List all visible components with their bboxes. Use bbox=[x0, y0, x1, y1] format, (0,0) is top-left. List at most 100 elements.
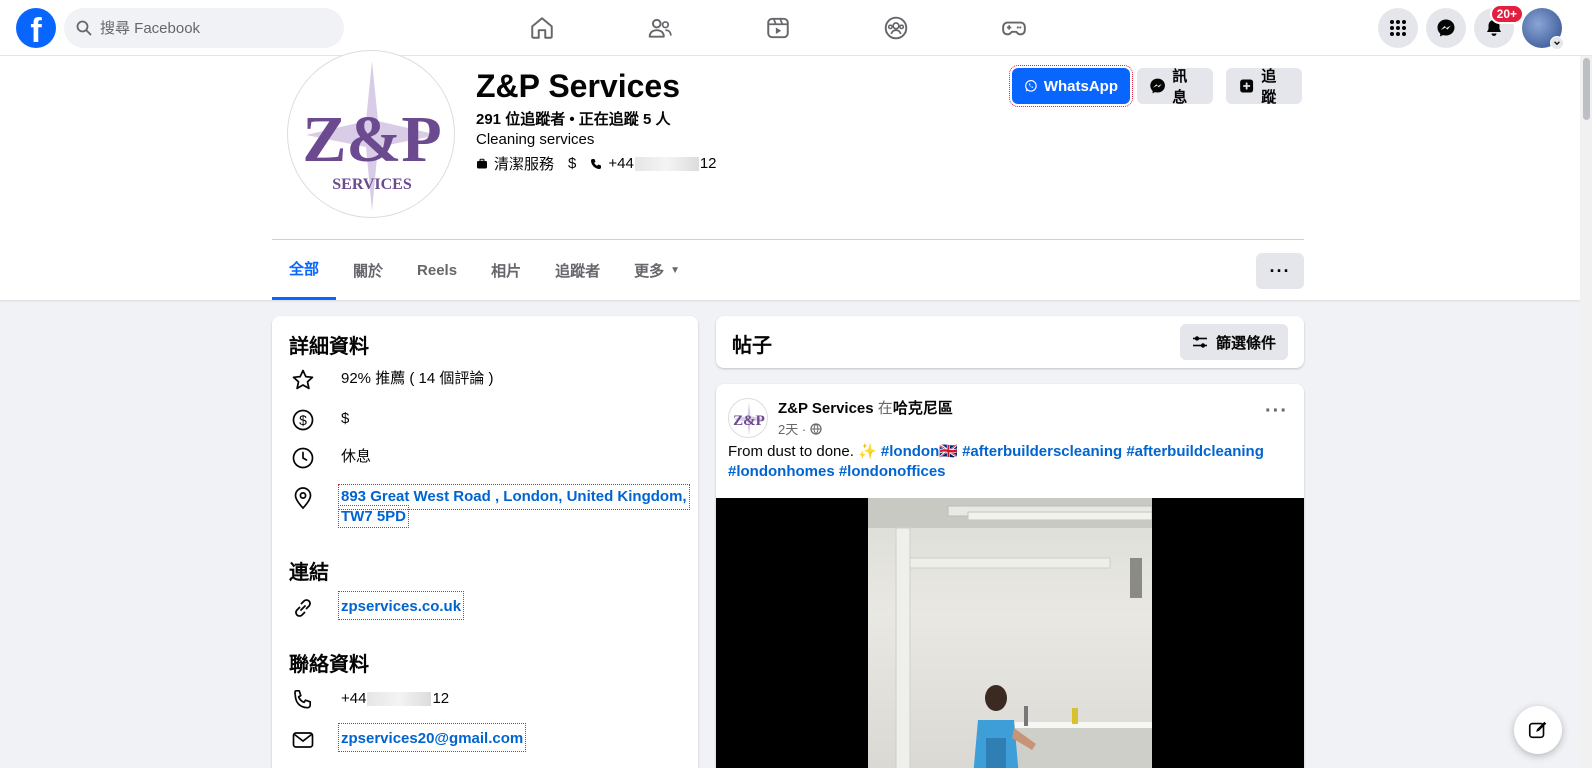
post-body: From dust to done. ✨ #london🇬🇧 #afterbui… bbox=[728, 442, 1288, 482]
post-options-icon[interactable]: ··· bbox=[1265, 400, 1288, 423]
address-line-1: 893 Great West Road , London, United Kin… bbox=[338, 484, 690, 510]
hashtag-link[interactable]: #afterbuildcleaning bbox=[1126, 443, 1264, 460]
website-link[interactable]: zpservices.co.uk bbox=[337, 591, 465, 620]
whatsapp-button[interactable]: WhatsApp bbox=[1009, 65, 1133, 107]
follow-label: 追蹤 bbox=[1261, 68, 1277, 106]
post-location[interactable]: 哈克尼區 bbox=[893, 400, 953, 417]
hours-text[interactable]: 休息 bbox=[341, 444, 371, 467]
whatsapp-label: WhatsApp bbox=[1043, 77, 1118, 95]
post-card: Z&P Z&P Services 在哈克尼區 2天 · ··· From dus… bbox=[716, 384, 1304, 768]
location-pin-icon bbox=[289, 484, 317, 512]
website-row: zpservices.co.uk bbox=[289, 591, 465, 622]
redacted-block bbox=[634, 157, 699, 172]
contact-phone[interactable]: +44 12 bbox=[341, 686, 449, 709]
post-author-name[interactable]: Z&P Services bbox=[778, 400, 874, 417]
tab-more[interactable]: 更多 ▼ bbox=[617, 240, 697, 300]
links-title: 連結 bbox=[289, 562, 329, 584]
friends-icon[interactable] bbox=[644, 12, 676, 44]
whatsapp-icon bbox=[1025, 80, 1037, 92]
messenger-icon[interactable] bbox=[1426, 8, 1466, 48]
posts-title: 帖子 bbox=[732, 335, 772, 357]
home-icon[interactable] bbox=[526, 12, 558, 44]
profile-tabs: 全部 關於 Reels 相片 追蹤者 更多 ▼ bbox=[272, 240, 697, 300]
post-text: From dust to done. ✨ bbox=[728, 443, 877, 460]
rating-row: 92% 推薦 ( 14 個評論 ) bbox=[289, 366, 494, 394]
filter-label: 篩選條件 bbox=[1215, 334, 1276, 352]
message-button[interactable]: 訊息 bbox=[1137, 68, 1213, 106]
hashtag-link[interactable]: #londonoffices bbox=[839, 463, 946, 480]
search-icon bbox=[76, 20, 92, 36]
messenger-icon bbox=[1150, 78, 1165, 94]
tab-label: Reels bbox=[417, 261, 458, 279]
followers-count[interactable]: 291 位追蹤者 • 正在追蹤 5 人 bbox=[476, 108, 670, 129]
phone-icon bbox=[289, 686, 317, 714]
compose-edit-icon bbox=[1528, 721, 1547, 739]
tab-photos[interactable]: 相片 bbox=[474, 240, 538, 300]
address-line-2: TW7 5PD bbox=[337, 505, 410, 528]
account-avatar[interactable] bbox=[1522, 8, 1564, 50]
hashtag-link[interactable]: #london🇬🇧 bbox=[881, 443, 958, 460]
cleaning-scene-illustration bbox=[868, 498, 1152, 768]
svg-text:SERVICES: SERVICES bbox=[332, 176, 412, 193]
page-category: Cleaning services bbox=[476, 131, 595, 148]
details-title: 詳細資料 bbox=[289, 336, 369, 358]
category-tag: 清潔服務 bbox=[494, 156, 555, 173]
tab-followers[interactable]: 追蹤者 bbox=[538, 240, 617, 300]
contact-title: 聯絡資料 bbox=[289, 654, 369, 676]
email-icon bbox=[289, 726, 317, 754]
hashtag-link[interactable]: #londonhomes bbox=[728, 463, 835, 480]
clock-icon bbox=[289, 444, 317, 472]
more-options-button[interactable]: ··· bbox=[1256, 253, 1304, 289]
filter-button[interactable]: 篩選條件 bbox=[1179, 324, 1288, 360]
search-box[interactable] bbox=[64, 8, 344, 48]
facebook-logo-icon[interactable]: f bbox=[16, 8, 56, 48]
price-range: $ bbox=[568, 155, 577, 172]
zp-logo-icon: Z&P SERVICES bbox=[302, 61, 442, 211]
briefcase-icon bbox=[477, 158, 487, 168]
address-link[interactable]: 893 Great West Road , London, United Kin… bbox=[337, 484, 690, 528]
post-author-avatar[interactable]: Z&P bbox=[728, 398, 768, 438]
globe-icon bbox=[810, 422, 822, 435]
gaming-icon[interactable] bbox=[998, 12, 1030, 44]
tab-label: 全部 bbox=[289, 261, 320, 278]
hashtag-link[interactable]: #afterbuilderscleaning bbox=[962, 443, 1122, 460]
phone-icon bbox=[591, 158, 602, 169]
email-link[interactable]: zpservices20@gmail.com bbox=[337, 723, 527, 752]
tab-label: 關於 bbox=[353, 262, 384, 280]
address-row: 893 Great West Road , London, United Kin… bbox=[289, 484, 690, 528]
rating-text[interactable]: 92% 推薦 ( 14 個評論 ) bbox=[341, 366, 494, 389]
post-time-text[interactable]: 2天 · bbox=[778, 419, 806, 438]
chevron-down-icon bbox=[1550, 36, 1564, 50]
page-title: Z&P Services bbox=[476, 68, 680, 104]
svg-text:Z&P: Z&P bbox=[302, 103, 441, 176]
video-icon[interactable] bbox=[762, 12, 794, 44]
star-icon bbox=[289, 366, 317, 394]
email-row: zpservices20@gmail.com bbox=[289, 723, 527, 754]
link-icon bbox=[289, 594, 317, 622]
notification-badge: 20+ bbox=[1489, 4, 1524, 24]
page-profile-picture[interactable]: Z&P SERVICES bbox=[287, 50, 455, 218]
posts-header-card: 帖子 篩選條件 bbox=[716, 316, 1304, 368]
tab-all[interactable]: 全部 bbox=[272, 240, 337, 300]
post-timestamp: 2天 · bbox=[778, 419, 822, 438]
new-message-button[interactable] bbox=[1514, 706, 1562, 754]
post-video[interactable] bbox=[716, 498, 1304, 768]
tab-reels[interactable]: Reels bbox=[400, 240, 474, 300]
notifications-bell-icon[interactable]: 20+ bbox=[1474, 4, 1524, 48]
tab-about[interactable]: 關於 bbox=[336, 240, 400, 300]
price-text: $ bbox=[341, 410, 350, 427]
scrollbar-thumb[interactable] bbox=[1583, 58, 1590, 120]
post-in-label: 在 bbox=[877, 400, 893, 417]
tab-label: 更多 bbox=[634, 262, 665, 280]
search-input[interactable] bbox=[100, 19, 330, 37]
groups-icon[interactable] bbox=[880, 12, 912, 44]
follow-button[interactable]: 追蹤 bbox=[1226, 68, 1302, 106]
top-navigation-bar: f 20+ bbox=[0, 0, 1592, 56]
phone-number: +44 12 bbox=[608, 155, 717, 172]
tab-label: 相片 bbox=[491, 262, 522, 280]
page-scrollbar[interactable] bbox=[1580, 56, 1592, 768]
svg-text:$: $ bbox=[299, 412, 307, 428]
menu-grid-icon[interactable] bbox=[1378, 8, 1418, 48]
svg-text:Z&P: Z&P bbox=[733, 413, 765, 429]
redacted-block bbox=[367, 692, 432, 707]
